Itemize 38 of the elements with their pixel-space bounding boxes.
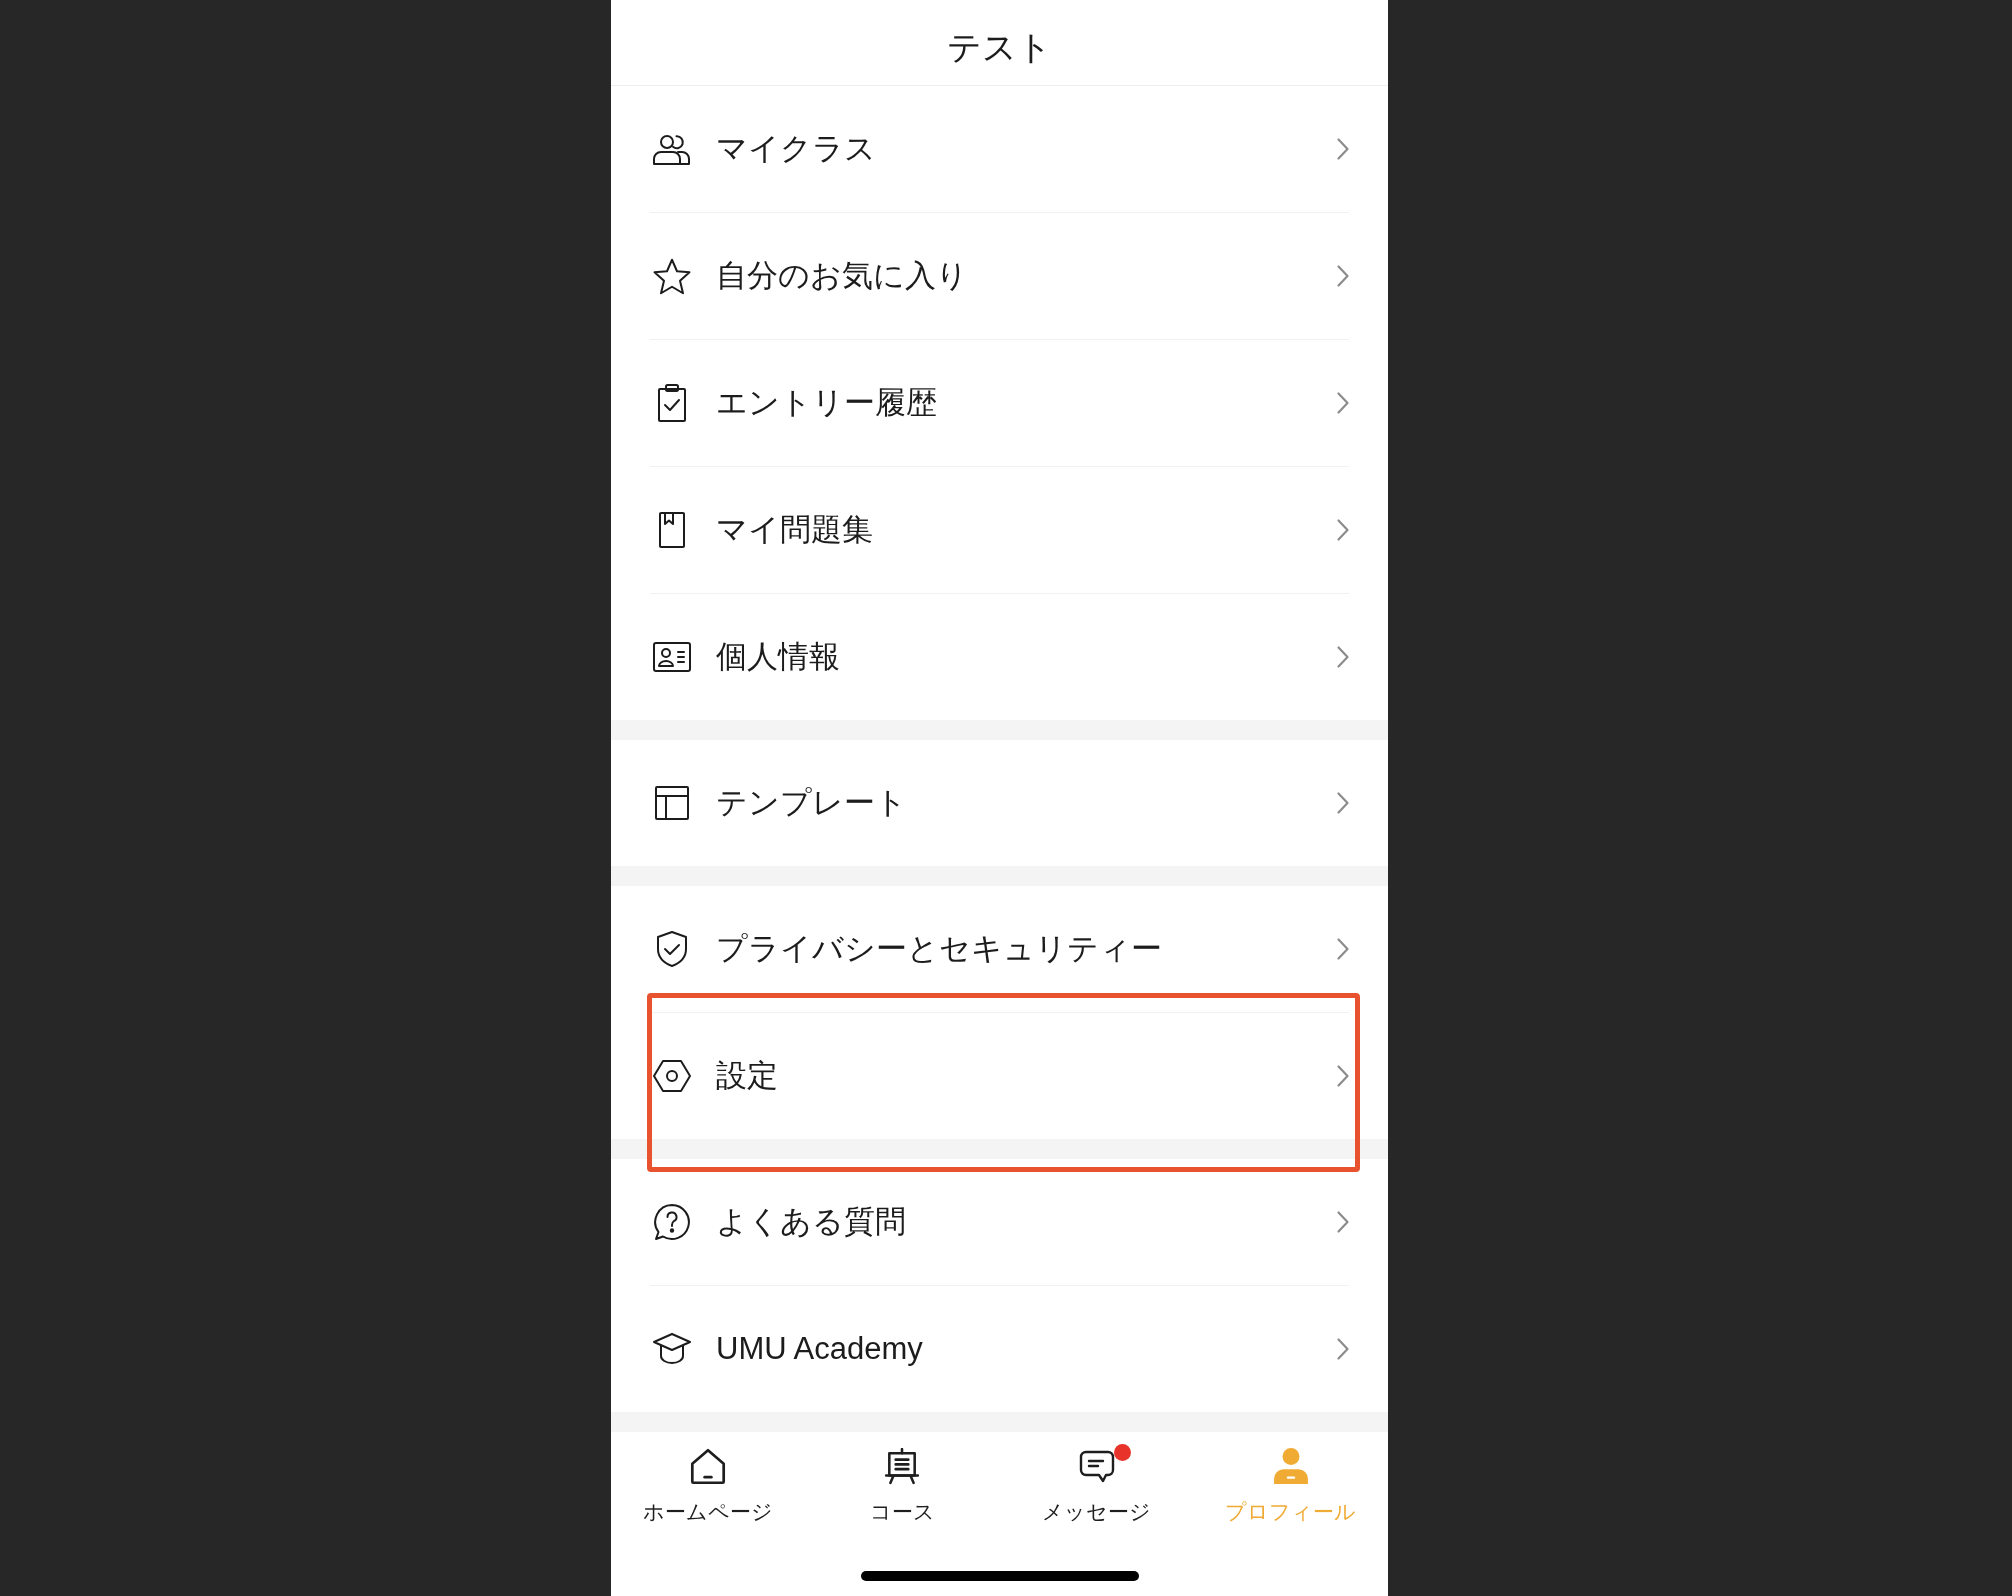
menu-item[interactable]: プライバシーとセキュリティー (611, 886, 1388, 1012)
users-icon (652, 132, 692, 166)
bookmark-book-icon (658, 511, 686, 549)
menu-item[interactable]: テンプレート (611, 740, 1388, 866)
menu-item[interactable]: エントリー履歴 (611, 340, 1388, 466)
layout-template-icon (654, 785, 690, 821)
clipboard-check-icon (657, 383, 687, 423)
menu-item[interactable]: UMU Academy (611, 1286, 1388, 1412)
id-card-icon (652, 641, 692, 673)
person-icon (1273, 1448, 1308, 1484)
chevron-right-icon (1336, 518, 1350, 542)
page-title: テスト (947, 26, 1052, 68)
chevron-right-icon (1336, 1210, 1350, 1234)
home-icon (690, 1447, 727, 1485)
chevron-right-icon (1336, 937, 1350, 961)
nav-tab[interactable]: コース (805, 1432, 1000, 1571)
chevron-right-icon (1336, 264, 1350, 288)
graduation-cap-icon (652, 1332, 692, 1366)
star-icon (653, 257, 691, 295)
chevron-right-icon (1336, 137, 1350, 161)
menu-item[interactable]: 設定 (611, 1013, 1388, 1139)
chevron-right-icon (1336, 1064, 1350, 1088)
easel-board-icon (884, 1447, 921, 1485)
settings-icon (652, 1059, 692, 1093)
menu-item[interactable]: マイ問題集 (611, 467, 1388, 593)
chevron-right-icon (1336, 645, 1350, 669)
chevron-right-icon (1336, 1337, 1350, 1361)
menu-item[interactable]: よくある質問 (611, 1159, 1388, 1285)
chevron-right-icon (1336, 791, 1350, 815)
nav-tab[interactable]: メッセージ (999, 1432, 1194, 1571)
menu-item[interactable]: マイクラス (611, 86, 1388, 212)
menu-item[interactable]: 個人情報 (611, 594, 1388, 720)
chat-bubble-icon (1078, 1449, 1115, 1483)
menu-item[interactable]: 自分のお気に入り (611, 213, 1388, 339)
shield-check-icon (656, 930, 688, 968)
nav-tab[interactable]: ホームページ (611, 1432, 806, 1571)
question-bubble-icon (653, 1203, 691, 1241)
chevron-right-icon (1336, 391, 1350, 415)
